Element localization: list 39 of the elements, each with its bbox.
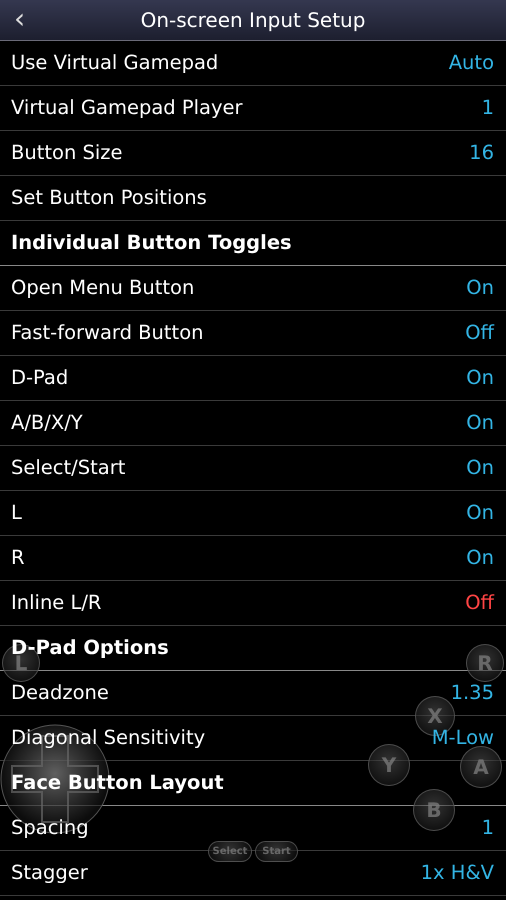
face-button[interactable]: B bbox=[413, 789, 455, 831]
face-button[interactable]: A bbox=[460, 746, 502, 788]
setting-value: On bbox=[466, 548, 494, 568]
setting-value: 16 bbox=[469, 143, 494, 163]
start-select-button[interactable]: Start bbox=[255, 841, 298, 862]
section-title: Face Button Layout bbox=[11, 773, 224, 793]
setting-value: On bbox=[466, 278, 494, 298]
back-button[interactable]: ‹ bbox=[10, 6, 30, 32]
section-title: Individual Button Toggles bbox=[11, 233, 292, 253]
setting-label: Spacing bbox=[11, 818, 89, 838]
setting-label: D-Pad bbox=[11, 368, 68, 388]
setting-label: Stagger bbox=[11, 863, 88, 883]
shoulder-button[interactable]: R bbox=[466, 644, 504, 682]
setting-label: Set Button Positions bbox=[11, 188, 207, 208]
setting-label: Select/Start bbox=[11, 458, 126, 478]
setting-value: Off bbox=[465, 593, 494, 613]
setting-label: Inline L/R bbox=[11, 593, 102, 613]
setting-value: On bbox=[466, 368, 494, 388]
setting-label: L bbox=[11, 503, 22, 523]
setting-label: Button Size bbox=[11, 143, 123, 163]
setting-value: Auto bbox=[448, 53, 494, 73]
setting-value: 1x H&V bbox=[420, 863, 494, 883]
setting-label: R bbox=[11, 548, 25, 568]
setting-value: 1 bbox=[482, 98, 494, 118]
setting-label: Use Virtual Gamepad bbox=[11, 53, 218, 73]
setting-value: On bbox=[466, 503, 494, 523]
setting-value: On bbox=[466, 413, 494, 433]
setting-label: Deadzone bbox=[11, 683, 109, 703]
setting-label: Fast-forward Button bbox=[11, 323, 204, 343]
setting-label: A/B/X/Y bbox=[11, 413, 83, 433]
setting-label: Diagonal Sensitivity bbox=[11, 728, 206, 748]
setting-value: On bbox=[466, 458, 494, 478]
setting-value: 1 bbox=[482, 818, 494, 838]
setting-value: Off bbox=[465, 323, 494, 343]
setting-label: Open Menu Button bbox=[11, 278, 194, 298]
screen-title: On-screen Input Setup bbox=[140, 8, 366, 32]
face-button[interactable]: Y bbox=[368, 744, 410, 786]
setting-label: Virtual Gamepad Player bbox=[11, 98, 243, 118]
start-select-button[interactable]: Select bbox=[208, 841, 252, 862]
